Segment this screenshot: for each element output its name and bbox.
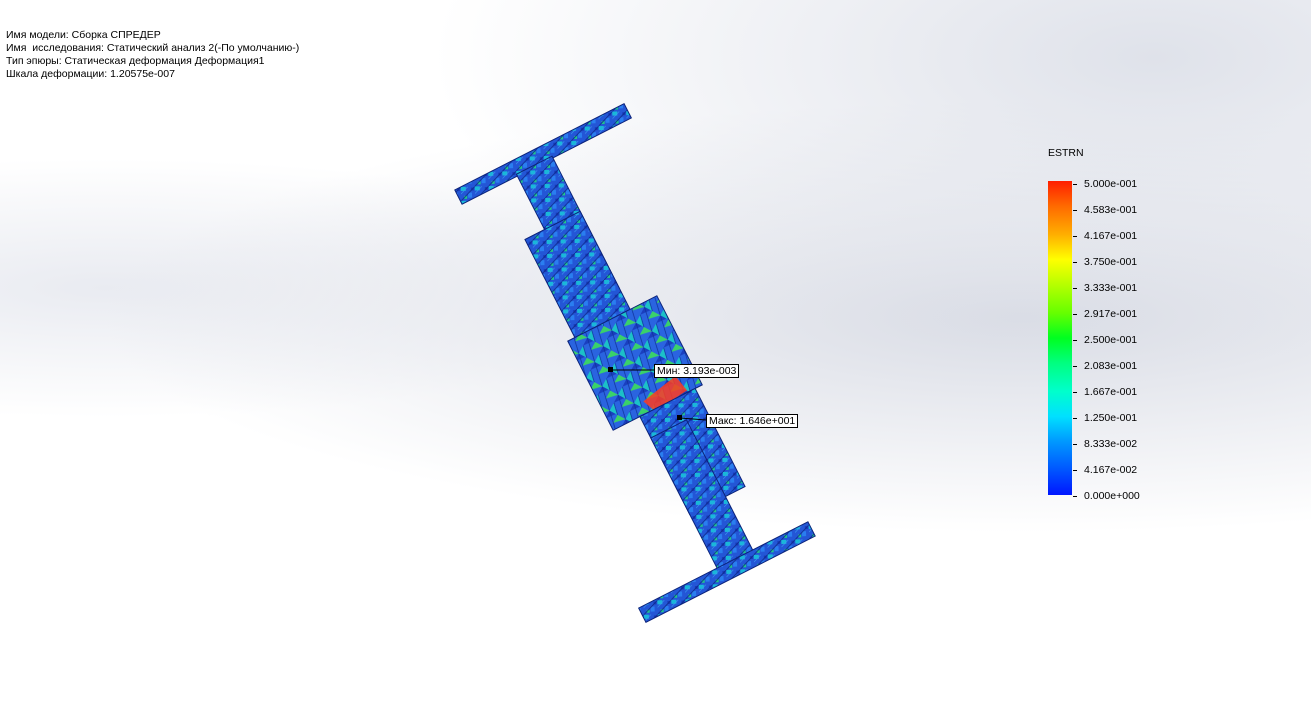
legend-label: 4.583e-001 [1084,204,1138,216]
legend-label: 1.667e-001 [1084,386,1138,398]
legend-tick [1073,210,1077,211]
max-point-marker [677,415,682,420]
legend-tick [1073,366,1077,367]
legend-tick [1073,262,1077,263]
legend-label: 2.917e-001 [1084,308,1138,320]
max-value-annotation[interactable]: Макс: 1.646e+001 [706,414,799,428]
legend-label: 4.167e-001 [1084,230,1138,242]
min-point-marker [608,367,613,372]
legend-tick [1073,340,1077,341]
legend-title: ESTRN [1048,147,1084,159]
legend-tick [1073,392,1077,393]
legend-label: 3.750e-001 [1084,256,1138,268]
legend-tick [1073,444,1077,445]
legend-label: 5.000e-001 [1084,178,1138,190]
legend-label: 1.250e-001 [1084,412,1138,424]
legend-tick [1073,314,1077,315]
legend-color-bar [1048,181,1072,495]
min-value-annotation[interactable]: Мин: 3.193e-003 [654,364,740,378]
legend-label: 0.000e+000 [1084,490,1140,502]
legend-label: 4.167e-002 [1084,464,1138,476]
legend-tick [1073,288,1077,289]
legend-tick [1073,418,1077,419]
legend-tick [1073,470,1077,471]
legend-tick [1073,184,1077,185]
spreader-model[interactable] [432,103,839,623]
legend-tick [1073,236,1077,237]
legend-tick [1073,496,1077,497]
legend-label: 2.500e-001 [1084,334,1138,346]
legend-label: 8.333e-002 [1084,438,1138,450]
legend-label: 3.333e-001 [1084,282,1138,294]
legend-label: 2.083e-001 [1084,360,1138,372]
